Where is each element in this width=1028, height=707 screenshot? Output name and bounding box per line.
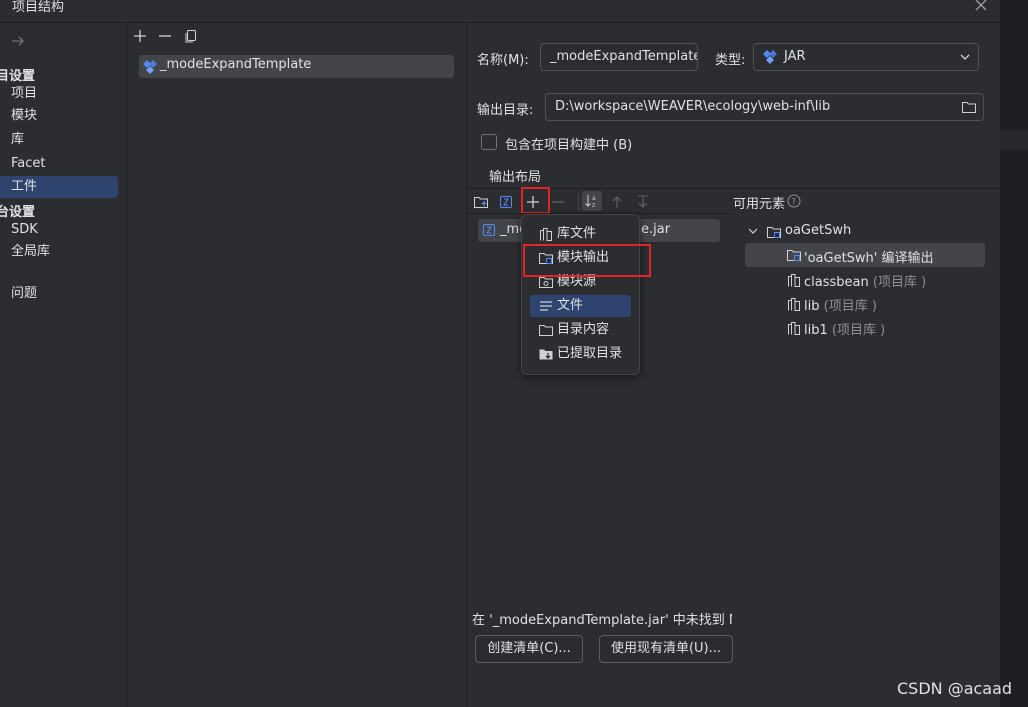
- add-element-popup-menu: 库文件 模块输出 模块源 文件 目录内容 已提取目录: [521, 214, 640, 375]
- type-label: 类型:: [715, 53, 746, 68]
- copy-icon[interactable]: [183, 28, 199, 44]
- create-manifest-button[interactable]: 创建清单(C)...: [475, 635, 583, 663]
- type-select-value: JAR: [784, 49, 806, 64]
- nav-item-facets[interactable]: Facet: [0, 153, 118, 175]
- settings-nav: 目设置 项目 模块 库 Facet 工件 台设置 SDK 全局库 问题: [0, 23, 127, 707]
- add-icon[interactable]: [132, 28, 148, 44]
- available-item-module[interactable]: oaGetSwh: [785, 223, 851, 238]
- chevron-down-icon[interactable]: [747, 225, 759, 237]
- folder-browse-icon[interactable]: [961, 99, 977, 115]
- nav-item-artifacts[interactable]: 工件: [0, 176, 118, 198]
- library-icon: [786, 296, 802, 312]
- include-in-build-checkbox[interactable]: [481, 134, 497, 150]
- type-select[interactable]: JAR: [753, 43, 979, 71]
- menu-item-library-files[interactable]: 库文件: [530, 223, 631, 245]
- nav-item-libraries[interactable]: 库: [0, 129, 118, 151]
- artifacts-list-pane: [127, 23, 467, 707]
- nav-item-problems[interactable]: 问题: [0, 283, 118, 305]
- folder-icon: [538, 322, 554, 338]
- menu-item-directory-content[interactable]: 目录内容: [530, 319, 631, 341]
- move-down-icon[interactable]: [635, 194, 651, 210]
- nav-section-project-settings: 目设置: [0, 69, 36, 84]
- output-layout-tab[interactable]: 输出布局: [489, 166, 541, 185]
- include-in-build-label: 包含在项目构建中 (B): [505, 138, 633, 153]
- module-output-icon: [786, 247, 802, 263]
- nav-item-project[interactable]: 项目: [0, 83, 118, 105]
- available-item-classbean[interactable]: classbean (项目库 ): [804, 271, 926, 290]
- output-dir-label: 输出目录:: [477, 103, 534, 118]
- nav-section-platform-settings: 台设置: [0, 205, 36, 220]
- sort-icon[interactable]: az: [582, 191, 602, 211]
- output-dir-input[interactable]: D:\workspace\WEAVER\ecology\web-inf\lib: [545, 93, 984, 121]
- use-existing-manifest-button[interactable]: 使用现有清单(U)...: [599, 635, 733, 663]
- close-icon[interactable]: [972, 0, 990, 14]
- create-archive-icon[interactable]: [498, 194, 514, 210]
- divider: [467, 188, 1028, 189]
- title-bar: [0, 0, 1000, 23]
- menu-item-file[interactable]: 文件: [530, 295, 631, 317]
- library-suffix: (项目库 ): [868, 275, 927, 290]
- library-suffix: (项目库 ): [827, 323, 886, 338]
- remove-icon[interactable]: [157, 28, 173, 44]
- available-item-lib1[interactable]: lib1 (项目库 ): [804, 319, 885, 338]
- add-button-highlight: [521, 187, 550, 214]
- svg-text:z: z: [592, 202, 595, 209]
- svg-text:a: a: [592, 195, 596, 202]
- text-file-icon: [538, 298, 554, 314]
- nav-item-modules[interactable]: 模块: [0, 105, 118, 127]
- library-icon: [786, 272, 802, 288]
- move-up-icon[interactable]: [609, 194, 625, 210]
- window-title: 项目结构: [12, 0, 65, 15]
- available-item-lib[interactable]: lib (项目库 ): [804, 295, 877, 314]
- library-icon: [538, 226, 554, 242]
- library-icon: [786, 320, 802, 336]
- watermark: CSDN @acaad: [897, 679, 1013, 698]
- nav-item-sdk[interactable]: SDK: [0, 219, 118, 241]
- library-suffix: (项目库 ): [819, 299, 877, 314]
- toolbar-separator: [578, 193, 579, 211]
- remove-element-icon[interactable]: [550, 194, 566, 210]
- create-directory-icon[interactable]: [473, 194, 489, 210]
- extracted-folder-icon: [538, 346, 554, 362]
- archive-icon: [482, 223, 496, 237]
- jar-type-icon: [762, 49, 778, 65]
- available-elements-title: 可用元素: [733, 197, 786, 212]
- manifest-warning: 在 '_modeExpandTemplate.jar' 中未找到 ME: [472, 613, 732, 628]
- layout-root-label-suffix: e.jar: [641, 222, 671, 237]
- name-input[interactable]: _modeExpandTemplate: [540, 43, 698, 71]
- artifact-list-item-label: _modeExpandTemplate: [160, 57, 312, 72]
- available-item-compile-output: 'oaGetSwh' 编译输出: [804, 251, 934, 266]
- menu-item-extracted-directory[interactable]: 已提取目录: [530, 343, 631, 365]
- svg-text:?: ?: [791, 198, 796, 208]
- background-editor-strip: [1000, 0, 1028, 707]
- background-editor-line: [1000, 130, 1028, 150]
- module-folder-icon: [766, 224, 782, 240]
- help-icon[interactable]: ?: [787, 194, 801, 208]
- name-label: 名称(M):: [477, 53, 529, 68]
- forward-arrow-icon[interactable]: [10, 33, 26, 49]
- chevron-down-icon: [958, 50, 972, 64]
- jar-artifact-icon: [142, 59, 158, 75]
- nav-item-global-libraries[interactable]: 全局库: [0, 241, 118, 263]
- module-output-highlight: [523, 244, 651, 277]
